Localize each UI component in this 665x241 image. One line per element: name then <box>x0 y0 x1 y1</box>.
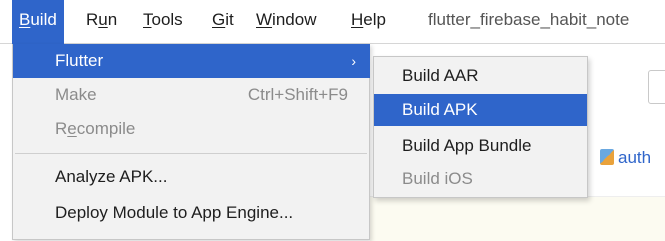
menu-help[interactable]: Help <box>344 0 393 44</box>
project-title: flutter_firebase_habit_note <box>428 10 630 29</box>
menu-item-make-label: Make <box>55 85 97 104</box>
menu-item-recompile[interactable]: Recompile <box>13 112 370 146</box>
submenu-item-build-ios[interactable]: Build iOS <box>374 163 587 195</box>
dart-file-icon <box>600 149 614 165</box>
toolbar-field[interactable] <box>648 70 665 104</box>
menu-window-mnemonic: W <box>256 10 273 29</box>
menu-build[interactable]: Build <box>12 0 64 44</box>
menu-bar: Build Run Tools Git Window Help flutter_… <box>0 0 665 44</box>
menu-item-make-shortcut: Ctrl+Shift+F9 <box>247 85 348 104</box>
editor-area[interactable] <box>370 196 665 241</box>
menu-window[interactable]: Window <box>249 0 323 44</box>
file-tab-label: auth <box>618 148 652 167</box>
menu-separator <box>15 153 367 154</box>
submenu-arrow-icon: › <box>351 53 356 69</box>
file-tab[interactable]: auth <box>600 148 651 168</box>
menu-item-deploy-module[interactable]: Deploy Module to App Engine... <box>13 196 370 230</box>
submenu-item-build-aar[interactable]: Build AAR <box>374 60 587 92</box>
menu-item-make[interactable]: Make Ctrl+Shift+F9 <box>13 78 370 112</box>
menu-item-flutter[interactable]: Flutter › <box>13 44 370 78</box>
menu-git[interactable]: Git <box>205 0 241 44</box>
menu-tools-label-rest: ools <box>151 10 183 29</box>
menu-run[interactable]: Run <box>79 0 124 44</box>
menu-help-label-rest: elp <box>363 10 386 29</box>
submenu-item-build-aar-label: Build AAR <box>402 66 479 85</box>
submenu-item-build-apk-label: Build APK <box>402 100 478 119</box>
menu-window-label-rest: indow <box>272 10 317 29</box>
menu-run-label-rest: n <box>107 10 118 29</box>
build-menu: Flutter › Make Ctrl+Shift+F9 Recompile A… <box>12 44 370 240</box>
menu-tools-mnemonic: T <box>143 10 152 29</box>
menu-item-recompile-mnemonic: e <box>67 119 77 138</box>
menu-help-mnemonic: H <box>351 10 364 29</box>
menu-item-recompile-label-rest: compile <box>76 119 136 138</box>
menu-git-mnemonic: G <box>212 10 226 29</box>
submenu-item-build-ios-label: Build iOS <box>402 169 473 188</box>
submenu-item-build-apk[interactable]: Build APK <box>374 94 587 126</box>
flutter-submenu: Build AAR Build APK Build App Bundle Bui… <box>373 56 588 198</box>
menu-run-label-pre: R <box>86 10 99 29</box>
menu-build-mnemonic: B <box>19 10 31 29</box>
menu-item-analyze-apk-label: Analyze APK... <box>55 167 168 186</box>
menu-run-mnemonic: u <box>98 10 108 29</box>
menu-item-deploy-module-label: Deploy Module to App Engine... <box>55 203 294 222</box>
menu-git-label-rest: it <box>225 10 234 29</box>
submenu-item-build-app-bundle-label: Build App Bundle <box>402 136 532 155</box>
submenu-item-build-app-bundle[interactable]: Build App Bundle <box>374 130 587 162</box>
menu-tools[interactable]: Tools <box>136 0 190 44</box>
menu-item-analyze-apk[interactable]: Analyze APK... <box>13 160 370 194</box>
menu-item-flutter-label: Flutter <box>55 51 104 70</box>
menu-build-label-rest: uild <box>30 10 57 29</box>
menu-item-recompile-label-pre: R <box>55 119 68 138</box>
